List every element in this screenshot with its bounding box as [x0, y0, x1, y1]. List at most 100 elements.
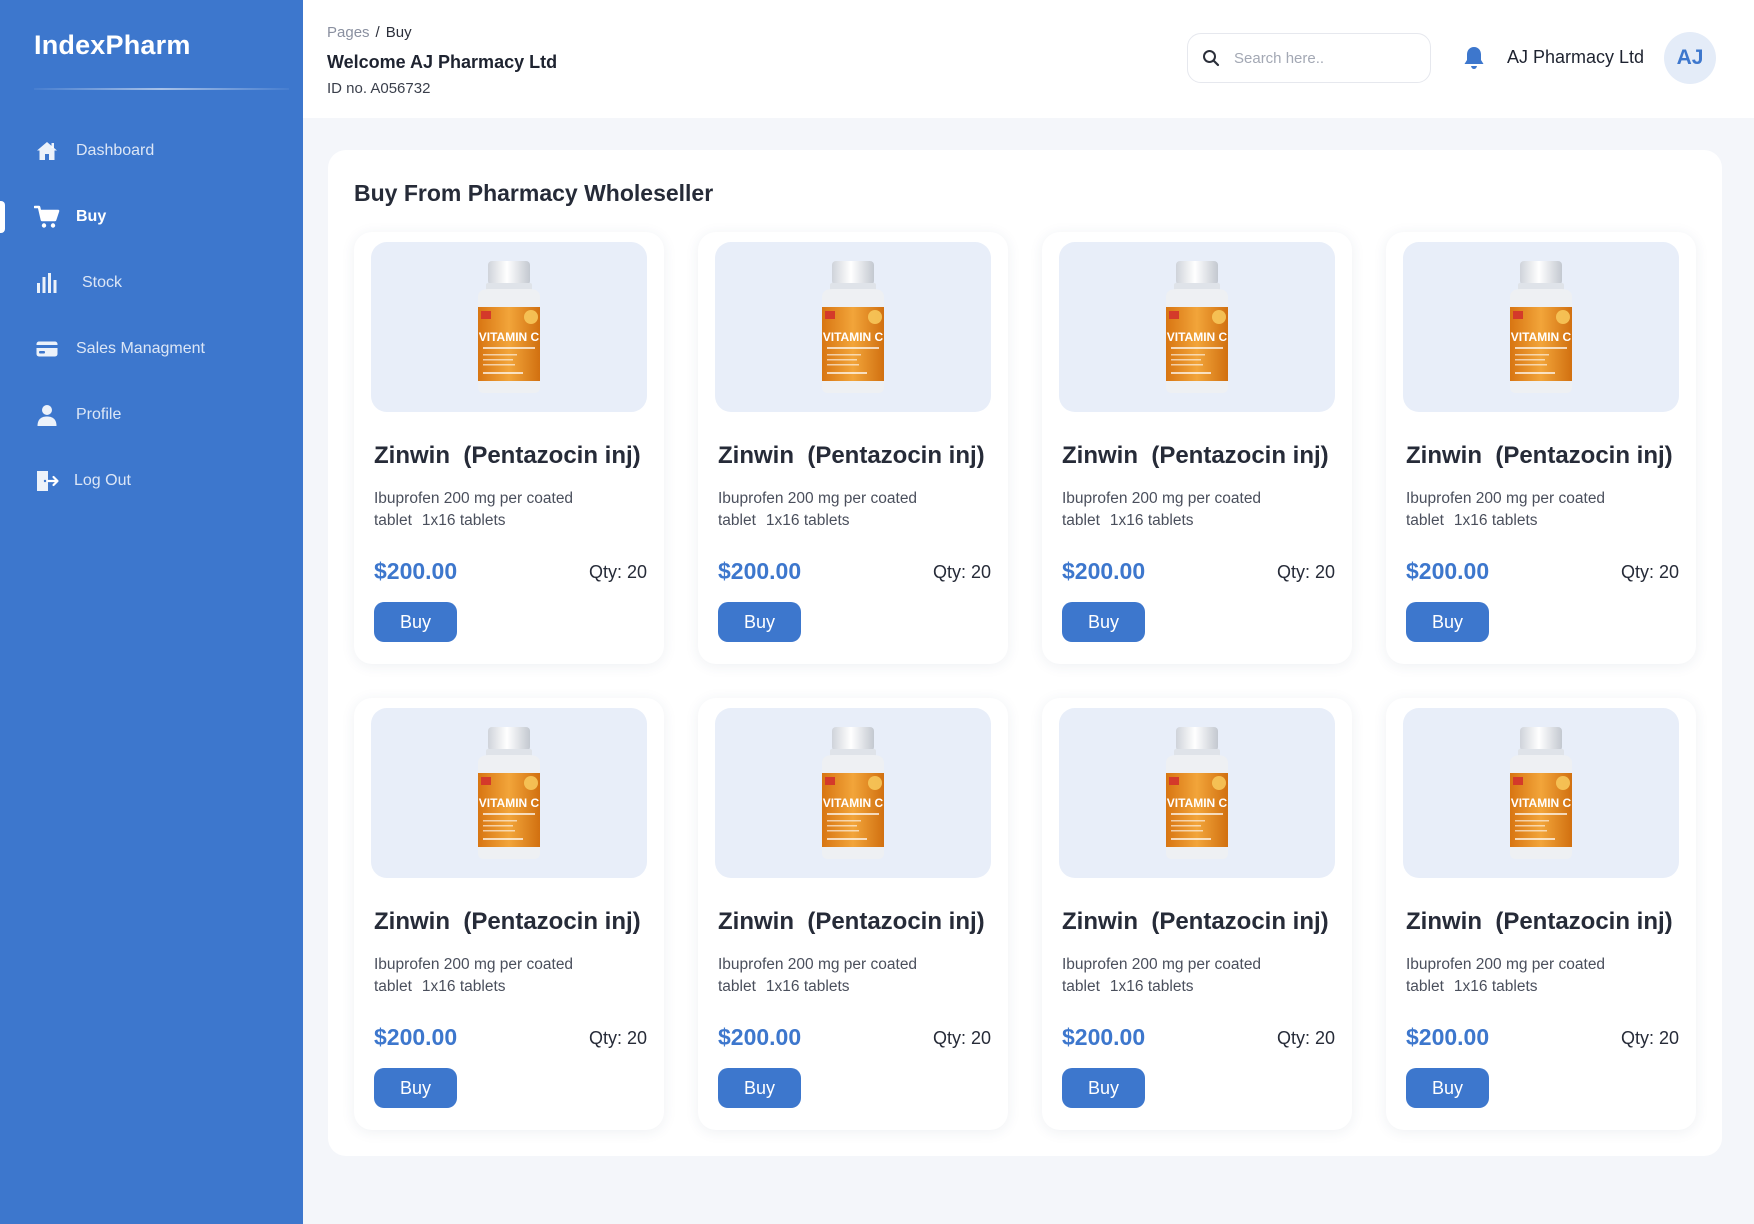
sidebar-item-label: Sales Managment — [76, 340, 205, 357]
product-description: Ibuprofen 200 mg per coated tablet 1x16 t… — [374, 488, 614, 532]
product-name: Zinwin (Pentazocin inj) — [1406, 908, 1673, 935]
product-pack-size: 1x16 tablets — [1109, 978, 1194, 995]
product-name: Zinwin (Pentazocin inj) — [718, 908, 985, 935]
product-pack-size: 1x16 tablets — [765, 512, 850, 529]
product-description: Ibuprofen 200 mg per coated tablet 1x16 t… — [718, 488, 958, 532]
product-card: VITAMIN C Zinwin (Pentazocin inj) Ibupro… — [698, 698, 1008, 1130]
product-price: $200.00 — [718, 1024, 802, 1050]
account-id: ID no. A056732 — [327, 80, 431, 97]
svg-text:VITAMIN C: VITAMIN C — [479, 330, 540, 344]
product-quantity: Qty: 20 — [932, 562, 991, 582]
svg-text:VITAMIN C: VITAMIN C — [823, 330, 884, 344]
product-price: $200.00 — [1062, 558, 1146, 584]
sidebar: IndexPharm Dashboard Buy Stock Sales Man… — [0, 0, 303, 1224]
product-quantity: Qty: 20 — [932, 1028, 991, 1048]
sidebar-item-logout[interactable]: Log Out — [0, 457, 303, 505]
logout-icon — [34, 468, 60, 494]
product-price: $200.00 — [718, 558, 802, 584]
product-card: VITAMIN C Zinwin (Pentazocin inj) Ibupro… — [354, 698, 664, 1130]
pill-bottle-icon: VITAMIN C — [1166, 261, 1228, 393]
product-image: VITAMIN C — [715, 708, 991, 878]
cart-icon — [34, 204, 60, 230]
top-header: Pages / Buy Welcome AJ Pharmacy Ltd ID no.… — [303, 0, 1754, 118]
account-name[interactable]: AJ Pharmacy Ltd — [1507, 47, 1644, 68]
product-image: VITAMIN C — [715, 242, 991, 412]
buy-button[interactable]: Buy — [1062, 602, 1145, 642]
brand-logo[interactable]: IndexPharm — [34, 30, 191, 61]
buy-button[interactable]: Buy — [374, 602, 457, 642]
buy-button[interactable]: Buy — [374, 1068, 457, 1108]
sidebar-item-label: Stock — [82, 274, 123, 291]
product-name: Zinwin (Pentazocin inj) — [374, 908, 641, 935]
user-icon — [34, 402, 60, 428]
buy-button[interactable]: Buy — [1062, 1068, 1145, 1108]
product-quantity: Qty: 20 — [1620, 1028, 1679, 1048]
buy-button[interactable]: Buy — [718, 602, 801, 642]
svg-text:VITAMIN C: VITAMIN C — [1167, 330, 1228, 344]
search-box[interactable] — [1187, 33, 1431, 83]
buy-button[interactable]: Buy — [718, 1068, 801, 1108]
product-description: Ibuprofen 200 mg per coated tablet 1x16 t… — [374, 954, 614, 998]
sidebar-item-sales-management[interactable]: Sales Managment — [0, 325, 303, 373]
product-price: $200.00 — [374, 1024, 458, 1050]
product-image: VITAMIN C — [371, 242, 647, 412]
pill-bottle-icon: VITAMIN C — [1166, 727, 1228, 859]
breadcrumb-current: Buy — [385, 24, 412, 41]
product-description: Ibuprofen 200 mg per coated tablet 1x16 t… — [718, 954, 958, 998]
sidebar-item-label: Dashboard — [76, 142, 155, 159]
search-icon — [1202, 49, 1220, 67]
product-quantity: Qty: 20 — [588, 562, 647, 582]
breadcrumb-root[interactable]: Pages — [327, 24, 370, 41]
product-description: Ibuprofen 200 mg per coated tablet 1x16 t… — [1406, 488, 1646, 532]
card-icon — [34, 336, 60, 362]
search-input[interactable] — [1234, 49, 1414, 67]
avatar[interactable]: AJ — [1664, 32, 1716, 84]
product-image: VITAMIN C — [371, 708, 647, 878]
breadcrumb: Pages / Buy — [327, 24, 412, 41]
product-description: Ibuprofen 200 mg per coated tablet 1x16 t… — [1062, 954, 1302, 998]
sidebar-item-buy[interactable]: Buy — [0, 193, 303, 241]
product-description: Ibuprofen 200 mg per coated tablet 1x16 t… — [1406, 954, 1646, 998]
sidebar-item-stock[interactable]: Stock — [0, 259, 303, 307]
product-card: VITAMIN C Zinwin (Pentazocin inj) Ibupro… — [1386, 232, 1696, 664]
welcome-title: Welcome AJ Pharmacy Ltd — [327, 52, 558, 72]
product-price: $200.00 — [1406, 1024, 1490, 1050]
product-image: VITAMIN C — [1059, 242, 1335, 412]
pill-bottle-icon: VITAMIN C — [822, 261, 884, 393]
product-pack-size: 1x16 tablets — [421, 512, 506, 529]
pill-bottle-icon: VITAMIN C — [822, 727, 884, 859]
product-card: VITAMIN C Zinwin (Pentazocin inj) Ibupro… — [354, 232, 664, 664]
product-name: Zinwin (Pentazocin inj) — [374, 442, 641, 469]
sidebar-item-label: Buy — [76, 208, 107, 225]
product-pack-size: 1x16 tablets — [421, 978, 506, 995]
product-quantity: Qty: 20 — [1276, 1028, 1335, 1048]
product-price: $200.00 — [374, 558, 458, 584]
product-image: VITAMIN C — [1403, 708, 1679, 878]
buy-button[interactable]: Buy — [1406, 602, 1489, 642]
breadcrumb-separator: / — [375, 24, 380, 41]
page-title: Buy From Pharmacy Wholeseller — [354, 180, 714, 206]
product-grid: VITAMIN C Zinwin (Pentazocin inj) Ibupro… — [354, 232, 1696, 1130]
product-quantity: Qty: 20 — [588, 1028, 647, 1048]
bell-icon[interactable] — [1460, 44, 1488, 72]
sidebar-item-dashboard[interactable]: Dashboard — [0, 127, 303, 175]
product-card: VITAMIN C Zinwin (Pentazocin inj) Ibupro… — [1386, 698, 1696, 1130]
product-price: $200.00 — [1406, 558, 1490, 584]
product-image: VITAMIN C — [1059, 708, 1335, 878]
svg-text:VITAMIN C: VITAMIN C — [823, 796, 884, 810]
buy-button[interactable]: Buy — [1406, 1068, 1489, 1108]
product-name: Zinwin (Pentazocin inj) — [1062, 442, 1329, 469]
product-name: Zinwin (Pentazocin inj) — [1062, 908, 1329, 935]
product-pack-size: 1x16 tablets — [765, 978, 850, 995]
product-image: VITAMIN C — [1403, 242, 1679, 412]
pill-bottle-icon: VITAMIN C — [1510, 261, 1572, 393]
product-card: VITAMIN C Zinwin (Pentazocin inj) Ibupro… — [698, 232, 1008, 664]
sidebar-item-profile[interactable]: Profile — [0, 391, 303, 439]
product-quantity: Qty: 20 — [1620, 562, 1679, 582]
product-quantity: Qty: 20 — [1276, 562, 1335, 582]
pill-bottle-icon: VITAMIN C — [478, 727, 540, 859]
bar-chart-icon — [34, 270, 60, 296]
svg-text:VITAMIN C: VITAMIN C — [1511, 330, 1572, 344]
sidebar-item-label: Log Out — [74, 472, 131, 489]
product-card: VITAMIN C Zinwin (Pentazocin inj) Ibupro… — [1042, 698, 1352, 1130]
